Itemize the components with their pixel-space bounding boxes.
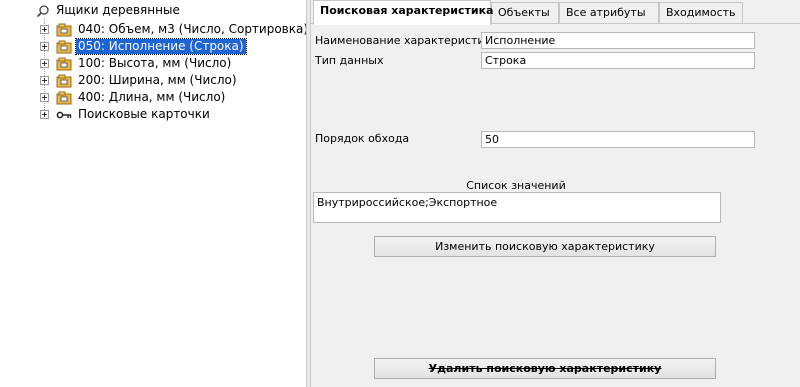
expand-toggle[interactable] xyxy=(40,110,49,119)
tree-item-search-cards[interactable]: Поисковые карточки xyxy=(56,106,212,123)
attribute-folder-icon xyxy=(56,57,72,71)
attribute-folder-icon xyxy=(56,74,72,88)
tab-all-attributes[interactable]: Все атрибуты xyxy=(559,2,659,23)
expand-toggle[interactable] xyxy=(40,76,49,85)
attribute-folder-icon xyxy=(56,40,72,54)
tree-item-label: 050: Исполнение (Строка) xyxy=(75,38,247,55)
tab-objects[interactable]: Объекты xyxy=(491,2,559,23)
expand-toggle[interactable] xyxy=(40,25,49,34)
search-icon xyxy=(36,4,50,18)
attribute-folder-icon xyxy=(56,23,72,37)
key-icon xyxy=(56,108,72,122)
expand-toggle[interactable] xyxy=(40,42,49,51)
tree-item-execution[interactable]: 050: Исполнение (Строка) xyxy=(56,38,247,55)
name-label: Наименование характеристики xyxy=(315,34,499,47)
data-type-label: Тип данных xyxy=(315,54,384,67)
tab-strip: Поисковая характеристика Объекты Все атр… xyxy=(311,0,800,25)
tree-item-label: Поисковые карточки xyxy=(78,107,210,121)
order-label: Порядок обхода xyxy=(315,132,410,145)
tree-item-label: 200: Ширина, мм (Число) xyxy=(78,73,237,87)
tab-occurrence[interactable]: Входимость xyxy=(659,2,743,23)
tab-search-characteristic[interactable]: Поисковая характеристика xyxy=(313,0,493,25)
tree-item-length[interactable]: 400: Длина, мм (Число) xyxy=(56,89,227,106)
attribute-folder-icon xyxy=(56,91,72,105)
tree-item-label: 400: Длина, мм (Число) xyxy=(78,90,226,104)
values-list[interactable]: Внутрироссийское;Экспортное xyxy=(313,192,721,223)
delete-characteristic-button[interactable]: Удалить поисковую характеристику xyxy=(374,358,716,379)
tree-panel: Ящики деревянные 040: Объем, м3 (Число, … xyxy=(0,0,306,387)
tree-item-height[interactable]: 100: Высота, мм (Число) xyxy=(56,55,233,72)
expand-toggle[interactable] xyxy=(40,93,49,102)
expand-toggle[interactable] xyxy=(40,59,49,68)
name-field[interactable]: Исполнение xyxy=(481,32,755,49)
change-characteristic-button[interactable]: Изменить поисковую характеристику xyxy=(374,236,716,257)
tree-item-volume[interactable]: 040: Объем, м3 (Число, Сортировка) xyxy=(56,21,306,38)
order-field[interactable]: 50 xyxy=(481,131,755,148)
tree-item-label: 100: Высота, мм (Число) xyxy=(78,56,232,70)
tree-item-label: 040: Объем, м3 (Число, Сортировка) xyxy=(78,22,306,36)
tree-root-label: Ящики деревянные xyxy=(56,3,180,17)
properties-panel: Поисковая характеристика Объекты Все атр… xyxy=(311,0,800,387)
data-type-field[interactable]: Строка xyxy=(481,52,755,69)
tree-root[interactable]: Ящики деревянные xyxy=(36,2,182,19)
tree-item-width[interactable]: 200: Ширина, мм (Число) xyxy=(56,72,239,89)
values-list-caption: Список значений xyxy=(466,179,566,192)
